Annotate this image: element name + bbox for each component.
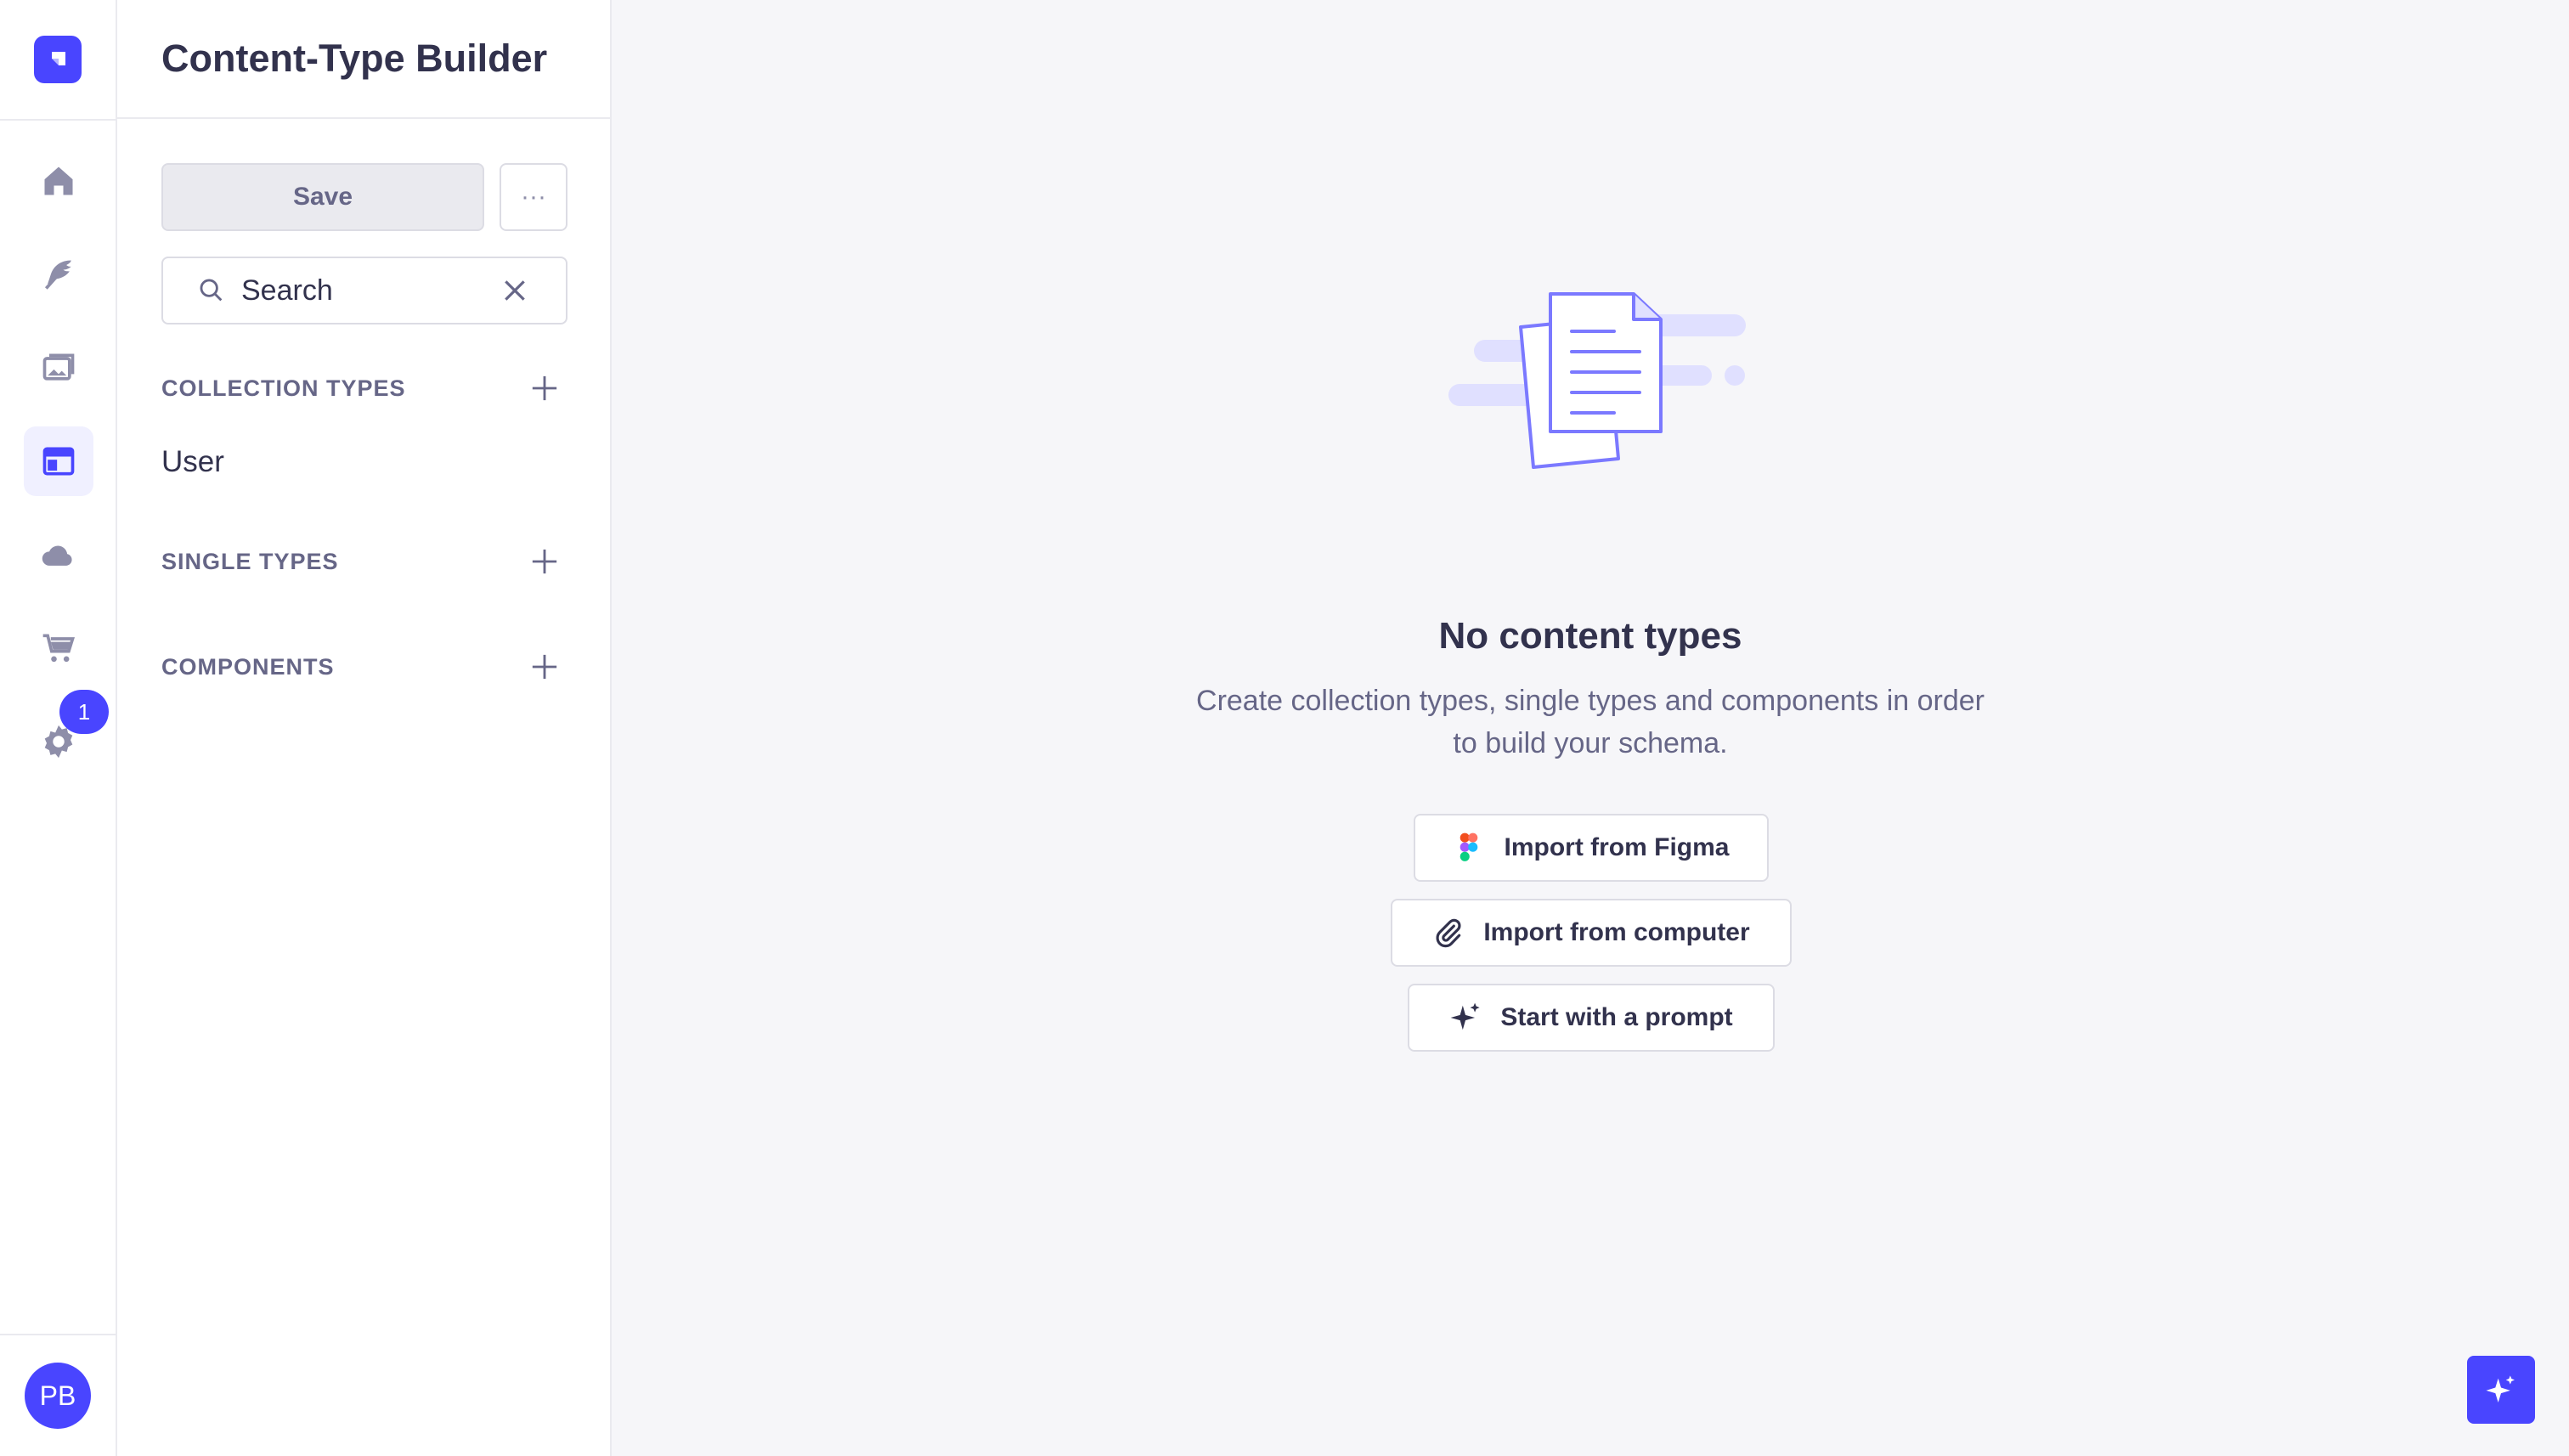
section-single-types: SINGLE TYPES bbox=[161, 547, 567, 576]
user-area: PB bbox=[0, 1334, 116, 1456]
button-label: Import from Figma bbox=[1504, 833, 1730, 861]
notification-badge: 1 bbox=[59, 690, 109, 734]
button-label: Start with a prompt bbox=[1500, 1003, 1733, 1031]
close-icon[interactable] bbox=[501, 277, 528, 304]
section-label: SINGLE TYPES bbox=[161, 548, 339, 574]
search-value: Search bbox=[241, 274, 333, 307]
sparkle-icon bbox=[1450, 1002, 1480, 1030]
cloud-icon[interactable] bbox=[24, 520, 93, 590]
search-input[interactable]: Search bbox=[161, 257, 567, 324]
home-icon[interactable] bbox=[24, 146, 93, 216]
empty-state-description: Create collection types, single types an… bbox=[612, 680, 2569, 765]
content-type-sidebar: Content-Type Builder Save ··· Search COL… bbox=[117, 0, 612, 1456]
button-label: Import from computer bbox=[1483, 918, 1750, 946]
logo-area bbox=[0, 0, 116, 121]
layout-icon[interactable] bbox=[24, 426, 93, 496]
add-collection-type-icon[interactable] bbox=[530, 374, 559, 403]
description-line: to build your schema. bbox=[1453, 727, 1728, 759]
add-single-type-icon[interactable] bbox=[530, 547, 559, 576]
import-from-computer-button[interactable]: Import from computer bbox=[1391, 899, 1792, 967]
sidebar-header: Content-Type Builder bbox=[117, 0, 610, 119]
sparkle-icon bbox=[2486, 1375, 2515, 1402]
more-actions-button[interactable]: ··· bbox=[500, 163, 567, 231]
search-icon bbox=[200, 279, 223, 302]
add-component-icon[interactable] bbox=[530, 652, 559, 681]
figma-icon bbox=[1460, 832, 1478, 861]
section-collection-types: COLLECTION TYPES bbox=[161, 374, 567, 403]
section-components: COMPONENTS bbox=[161, 652, 567, 681]
strapi-logo-icon[interactable] bbox=[34, 36, 82, 83]
cart-icon[interactable] bbox=[24, 613, 93, 683]
more-icon: ··· bbox=[521, 183, 546, 211]
description-line: Create collection types, single types an… bbox=[1196, 685, 1985, 717]
start-with-prompt-button[interactable]: Start with a prompt bbox=[1408, 984, 1775, 1052]
ai-assistant-button[interactable] bbox=[2467, 1356, 2535, 1424]
feather-icon[interactable] bbox=[24, 240, 93, 309]
section-label: COLLECTION TYPES bbox=[161, 375, 406, 401]
section-label: COMPONENTS bbox=[161, 653, 335, 680]
main-nav: 1 PB bbox=[0, 0, 117, 1456]
paperclip-icon bbox=[1436, 918, 1461, 948]
import-from-figma-button[interactable]: Import from Figma bbox=[1414, 814, 1769, 882]
images-icon[interactable] bbox=[24, 333, 93, 403]
empty-documents-icon bbox=[1448, 292, 1746, 469]
avatar[interactable]: PB bbox=[25, 1363, 91, 1429]
main-content: No content types Create collection types… bbox=[612, 0, 2569, 1456]
page-title: Content-Type Builder bbox=[161, 37, 548, 80]
list-item-user[interactable]: User bbox=[161, 445, 224, 479]
save-button[interactable]: Save bbox=[161, 163, 484, 231]
empty-state-title: No content types bbox=[1438, 615, 1742, 657]
